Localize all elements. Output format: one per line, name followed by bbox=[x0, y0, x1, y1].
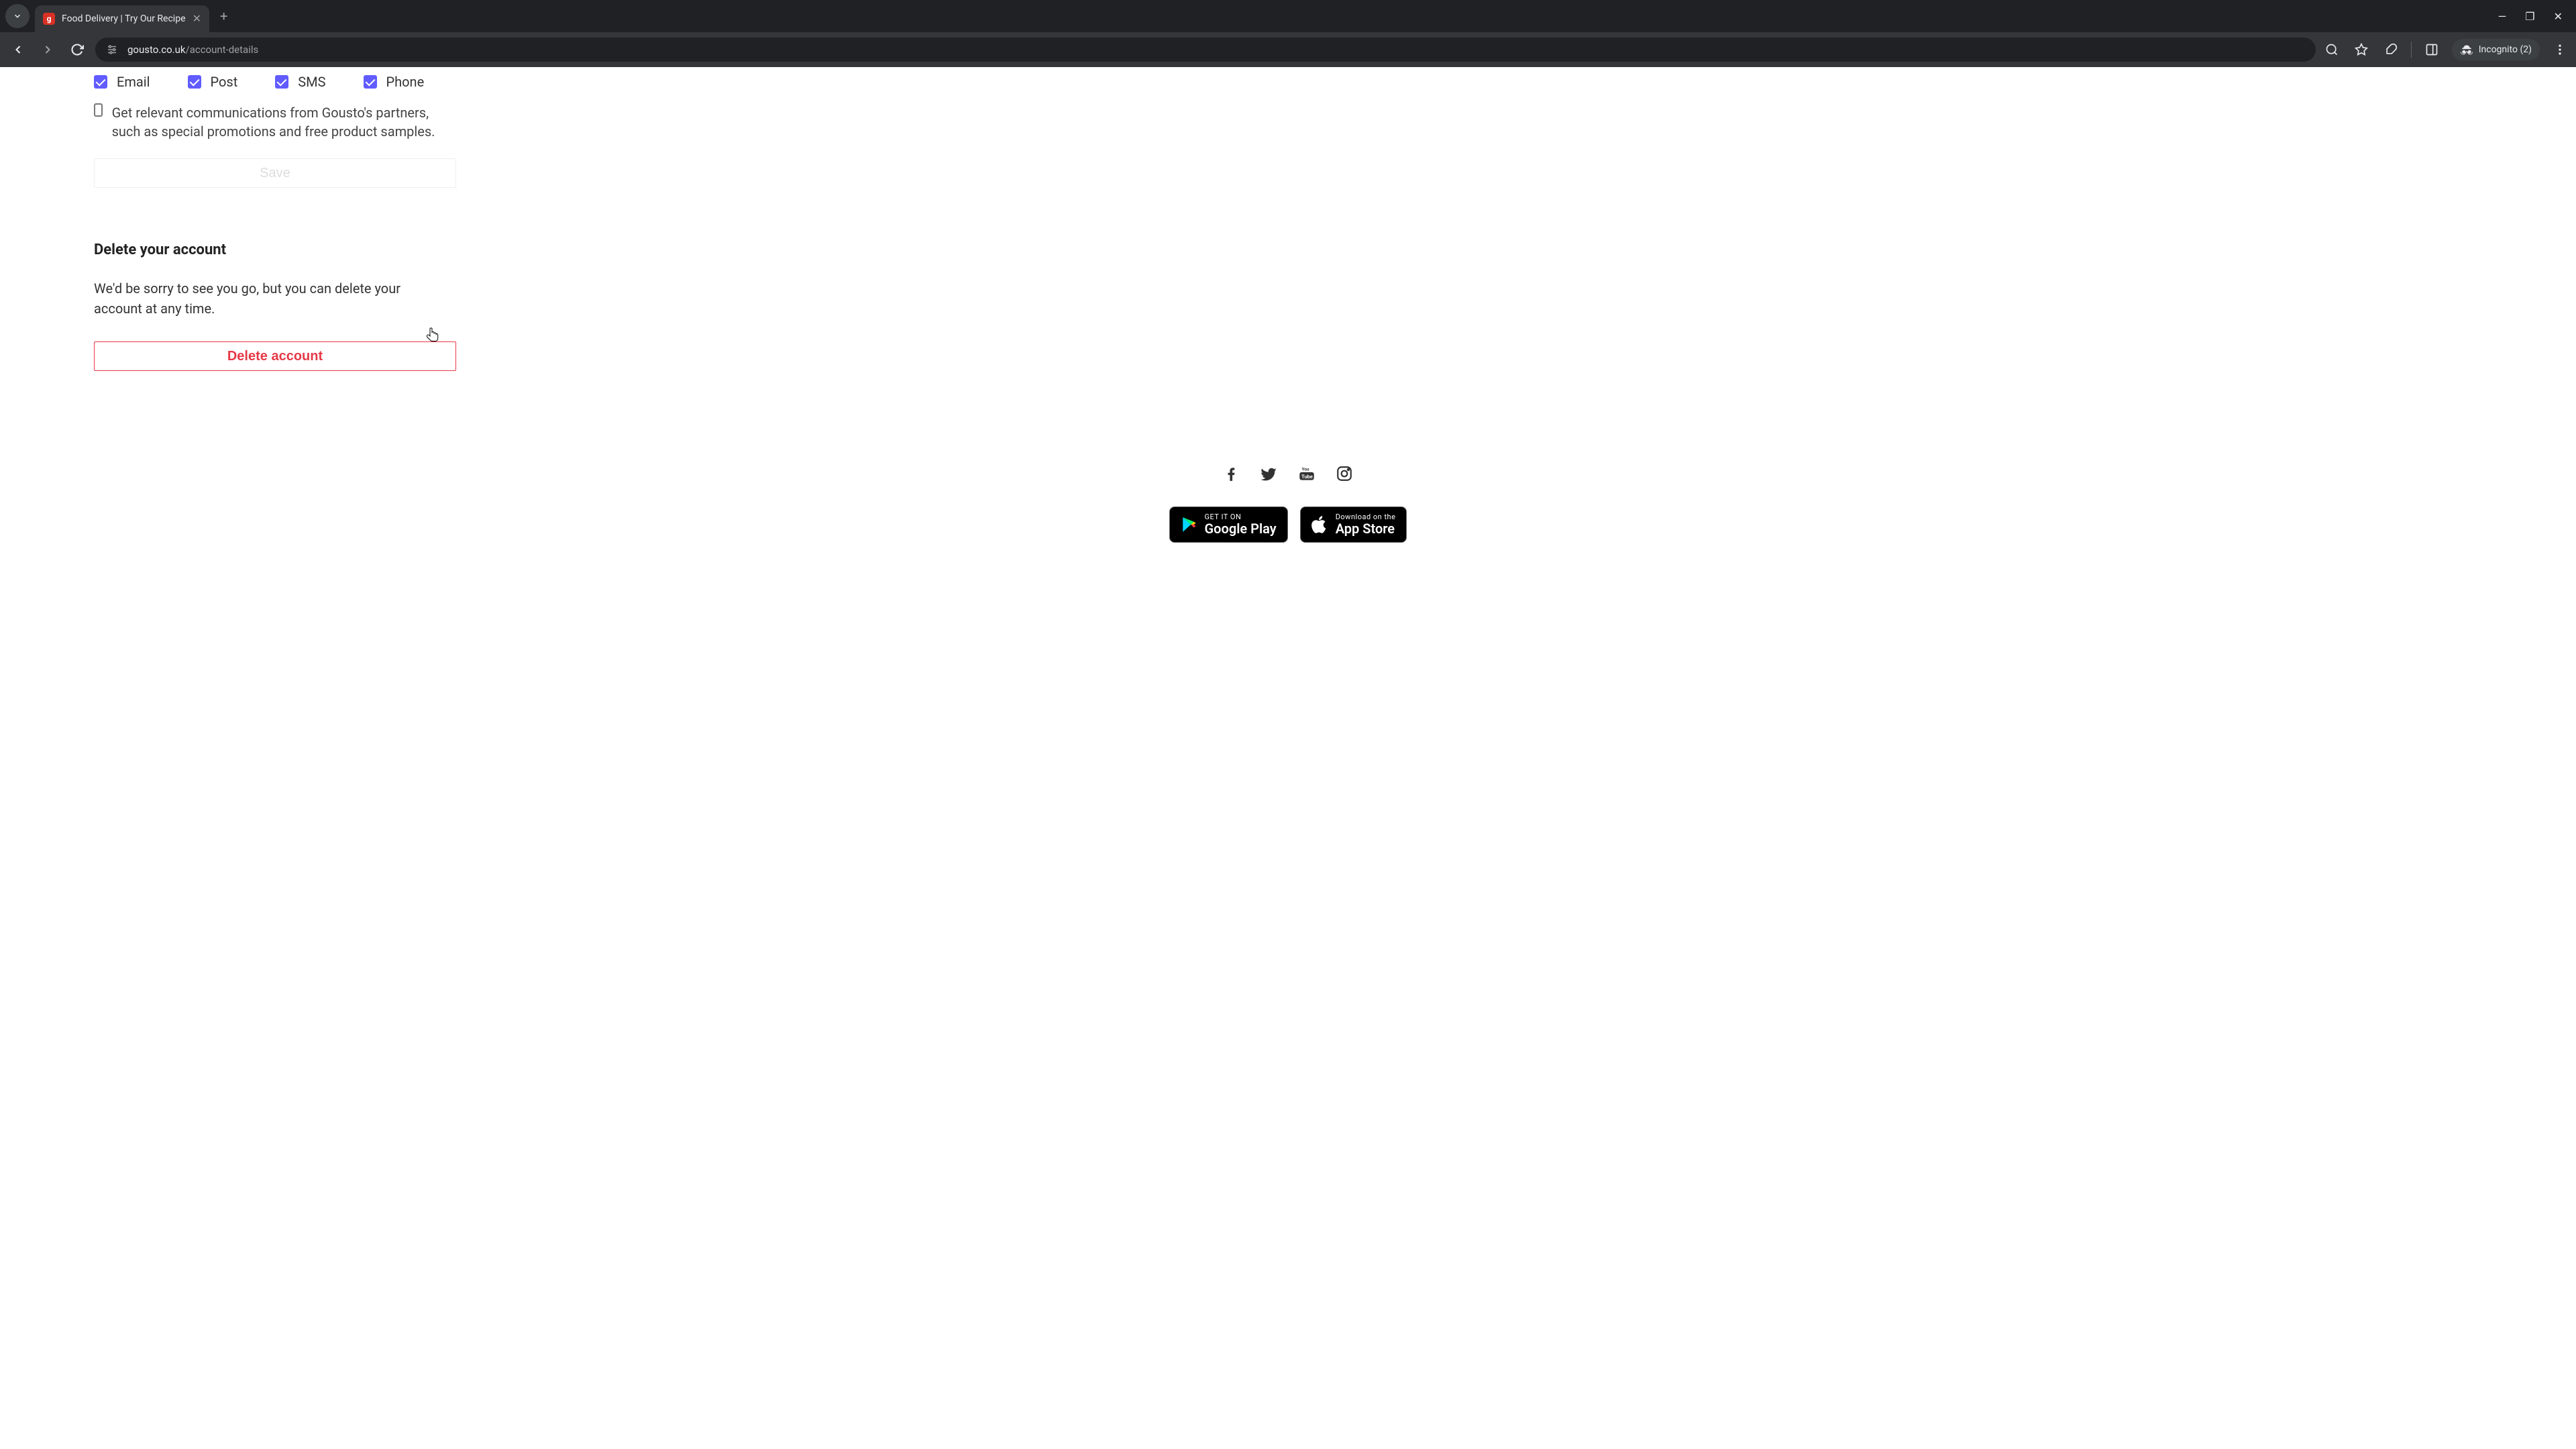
minimize-button[interactable]: — bbox=[2498, 10, 2507, 23]
extensions-icon[interactable] bbox=[2381, 40, 2400, 59]
channel-label: Email bbox=[117, 74, 150, 90]
save-button[interactable]: Save bbox=[94, 158, 456, 188]
google-play-big: Google Play bbox=[1205, 521, 1277, 536]
new-tab-button[interactable]: + bbox=[220, 8, 227, 24]
tab-title: Food Delivery | Try Our Recipe bbox=[62, 13, 187, 24]
page-footer: You Tube GET IT ON Google Play bbox=[0, 465, 2576, 543]
url-text: gousto.co.uk/account-details bbox=[127, 44, 258, 56]
window-controls: — ❐ ✕ bbox=[2498, 10, 2571, 23]
channel-label: Phone bbox=[386, 74, 425, 90]
facebook-icon[interactable] bbox=[1223, 465, 1240, 486]
svg-text:You: You bbox=[1302, 467, 1309, 472]
app-store-big: App Store bbox=[1336, 521, 1395, 536]
url-path: /account-details bbox=[186, 44, 259, 56]
toolbar-divider bbox=[2411, 42, 2412, 58]
tab-strip: g Food Delivery | Try Our Recipe ✕ + — ❐… bbox=[0, 0, 2576, 32]
page-viewport[interactable]: Email Post SMS Phone Get relevant commun… bbox=[0, 67, 2576, 1449]
checkbox-phone[interactable] bbox=[364, 75, 377, 89]
channel-sms: SMS bbox=[275, 74, 325, 90]
url-host: gousto.co.uk bbox=[127, 44, 186, 56]
checkbox-sms[interactable] bbox=[275, 75, 288, 89]
checkbox-partner[interactable] bbox=[94, 103, 103, 117]
channel-post: Post bbox=[188, 74, 238, 90]
incognito-badge[interactable]: Incognito (2) bbox=[2452, 39, 2540, 60]
back-button[interactable] bbox=[7, 38, 30, 61]
bookmark-icon[interactable] bbox=[2352, 40, 2371, 59]
incognito-label: Incognito (2) bbox=[2479, 44, 2532, 55]
twitter-icon[interactable] bbox=[1259, 465, 1278, 486]
close-window-button[interactable]: ✕ bbox=[2554, 10, 2563, 23]
address-bar[interactable]: gousto.co.uk/account-details bbox=[95, 38, 2316, 62]
browser-toolbar: gousto.co.uk/account-details Incognito (… bbox=[0, 32, 2576, 67]
google-play-badge[interactable]: GET IT ON Google Play bbox=[1169, 506, 1288, 543]
browser-chrome: g Food Delivery | Try Our Recipe ✕ + — ❐… bbox=[0, 0, 2576, 67]
side-panel-icon[interactable] bbox=[2422, 40, 2441, 59]
channel-phone: Phone bbox=[364, 74, 425, 90]
app-store-badge[interactable]: Download on the App Store bbox=[1300, 506, 1407, 543]
chrome-menu-icon[interactable] bbox=[2551, 40, 2569, 59]
checkbox-post[interactable] bbox=[188, 75, 201, 89]
channel-label: SMS bbox=[298, 74, 325, 90]
partner-text: Get relevant communications from Gousto'… bbox=[112, 103, 456, 141]
svg-text:Tube: Tube bbox=[1301, 474, 1313, 480]
tabs-search-button[interactable] bbox=[5, 4, 30, 28]
communication-channels: Email Post SMS Phone bbox=[94, 74, 470, 90]
partner-communications-row: Get relevant communications from Gousto'… bbox=[94, 103, 456, 141]
forward-button[interactable] bbox=[36, 38, 59, 61]
maximize-button[interactable]: ❐ bbox=[2525, 10, 2534, 23]
browser-tab[interactable]: g Food Delivery | Try Our Recipe ✕ bbox=[35, 5, 209, 32]
delete-account-heading: Delete your account bbox=[94, 241, 470, 258]
channel-label: Post bbox=[211, 74, 238, 90]
delete-account-button[interactable]: Delete account bbox=[94, 341, 456, 371]
checkbox-email[interactable] bbox=[94, 75, 107, 89]
channel-email: Email bbox=[94, 74, 150, 90]
delete-account-text: We'd be sorry to see you go, but you can… bbox=[94, 278, 429, 319]
app-store-badges: GET IT ON Google Play Download on the Ap… bbox=[0, 506, 2576, 543]
social-links: You Tube bbox=[0, 465, 2576, 486]
page-content: Email Post SMS Phone Get relevant commun… bbox=[0, 67, 470, 570]
close-tab-button[interactable]: ✕ bbox=[193, 13, 201, 24]
zoom-icon[interactable] bbox=[2322, 40, 2341, 59]
youtube-icon[interactable]: You Tube bbox=[1297, 465, 1317, 486]
tab-favicon: g bbox=[43, 13, 55, 25]
instagram-icon[interactable] bbox=[1336, 465, 1353, 486]
reload-button[interactable] bbox=[66, 38, 89, 61]
site-settings-icon[interactable] bbox=[105, 42, 119, 57]
